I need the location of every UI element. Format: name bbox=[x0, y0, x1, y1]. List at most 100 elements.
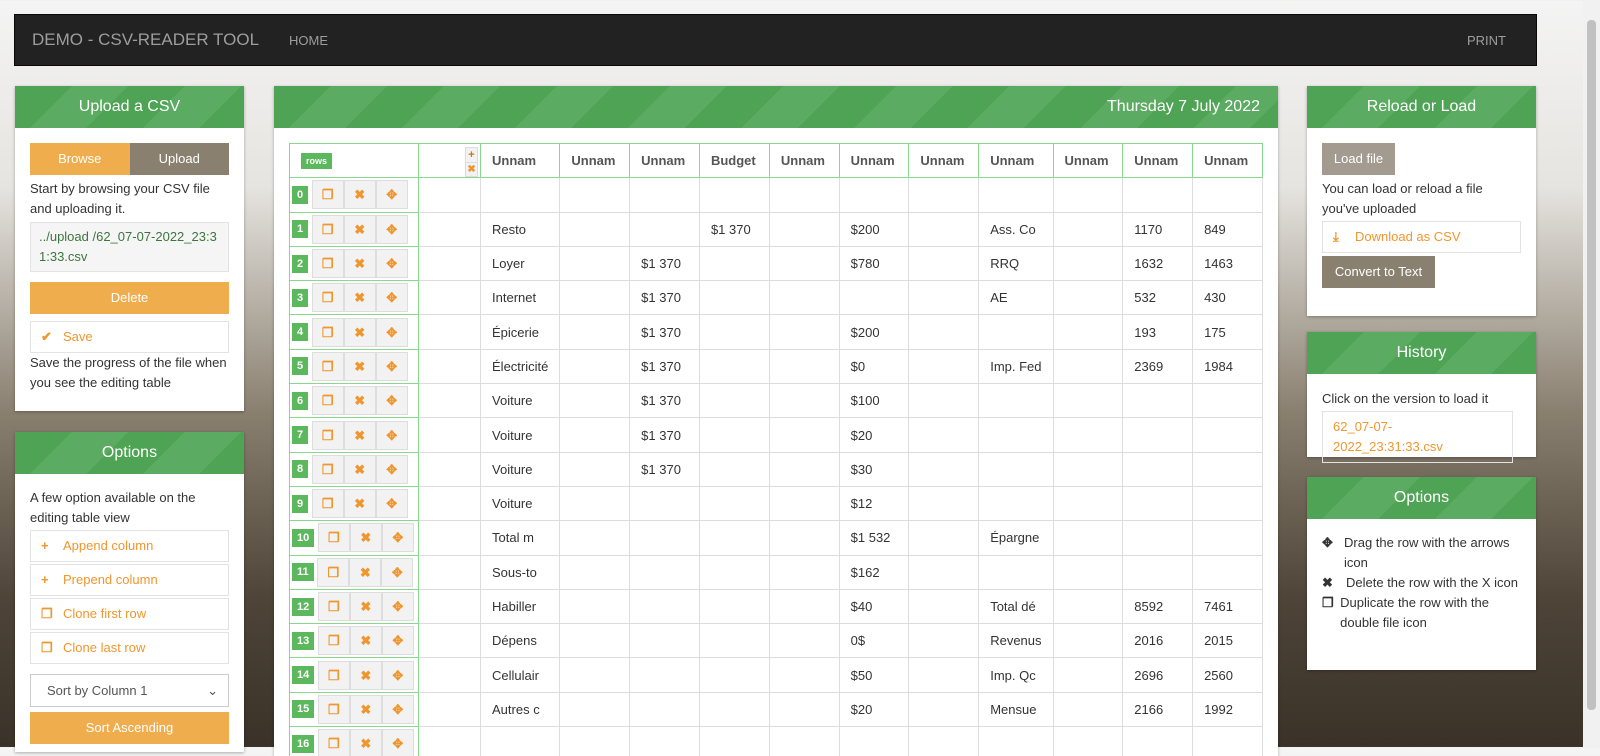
table-cell[interactable] bbox=[1123, 521, 1193, 555]
clone-last-row-button[interactable]: ❐Clone last row bbox=[30, 632, 229, 664]
table-cell[interactable] bbox=[560, 315, 630, 349]
table-cell[interactable]: Épicerie bbox=[481, 315, 560, 349]
duplicate-row-icon[interactable]: ❐ bbox=[318, 523, 350, 552]
move-row-icon[interactable]: ✥ bbox=[382, 729, 414, 756]
move-row-icon[interactable]: ✥ bbox=[376, 215, 408, 244]
table-cell[interactable] bbox=[1123, 555, 1193, 589]
table-cell[interactable] bbox=[769, 624, 839, 658]
table-cell[interactable] bbox=[839, 281, 909, 315]
delete-row-icon[interactable]: ✖ bbox=[344, 180, 376, 209]
table-cell[interactable] bbox=[909, 521, 979, 555]
table-cell[interactable]: 2560 bbox=[1193, 658, 1263, 692]
duplicate-row-icon[interactable]: ❐ bbox=[312, 352, 344, 381]
table-cell[interactable]: $1 370 bbox=[630, 384, 700, 418]
table-cell[interactable] bbox=[1053, 486, 1123, 520]
table-cell[interactable]: 2166 bbox=[1123, 692, 1193, 726]
table-cell[interactable] bbox=[630, 658, 700, 692]
table-cell[interactable] bbox=[909, 418, 979, 452]
table-cell[interactable] bbox=[699, 452, 769, 486]
move-row-icon[interactable]: ✥ bbox=[382, 523, 414, 552]
table-cell[interactable]: $100 bbox=[839, 384, 909, 418]
table-cell[interactable]: $1 532 bbox=[839, 521, 909, 555]
table-cell[interactable] bbox=[1193, 178, 1263, 212]
table-cell[interactable] bbox=[1053, 589, 1123, 623]
duplicate-row-icon[interactable]: ❐ bbox=[312, 386, 344, 415]
table-cell[interactable]: $30 bbox=[839, 452, 909, 486]
table-cell[interactable] bbox=[979, 384, 1053, 418]
table-cell[interactable]: Loyer bbox=[481, 246, 560, 280]
table-cell[interactable] bbox=[1193, 727, 1263, 756]
table-cell[interactable] bbox=[630, 692, 700, 726]
table-cell[interactable] bbox=[909, 658, 979, 692]
table-cell[interactable] bbox=[979, 555, 1053, 589]
table-cell[interactable]: Voiture bbox=[481, 486, 560, 520]
move-row-icon[interactable]: ✥ bbox=[376, 455, 408, 484]
brand[interactable]: DEMO - CSV-READER TOOL bbox=[32, 30, 259, 50]
scrollbar-thumb[interactable] bbox=[1587, 20, 1596, 710]
table-cell[interactable]: RRQ bbox=[979, 246, 1053, 280]
table-cell[interactable] bbox=[769, 212, 839, 246]
table-cell[interactable]: 532 bbox=[1123, 281, 1193, 315]
delete-row-icon[interactable]: ✖ bbox=[344, 386, 376, 415]
table-cell[interactable] bbox=[630, 486, 700, 520]
duplicate-row-icon[interactable]: ❐ bbox=[312, 318, 344, 347]
table-cell[interactable] bbox=[699, 486, 769, 520]
table-cell[interactable]: AE bbox=[979, 281, 1053, 315]
nav-print[interactable]: PRINT bbox=[1467, 33, 1506, 48]
table-cell[interactable] bbox=[699, 555, 769, 589]
column-header[interactable]: Budget bbox=[699, 144, 769, 178]
sort-ascending-button[interactable]: Sort Ascending bbox=[30, 712, 229, 744]
table-cell[interactable]: Dépens bbox=[481, 624, 560, 658]
table-cell[interactable]: Voiture bbox=[481, 418, 560, 452]
table-cell[interactable] bbox=[560, 624, 630, 658]
table-cell[interactable]: 2015 bbox=[1193, 624, 1263, 658]
table-cell[interactable] bbox=[481, 178, 560, 212]
table-cell[interactable] bbox=[1053, 658, 1123, 692]
table-cell[interactable] bbox=[560, 281, 630, 315]
table-cell[interactable]: Internet bbox=[481, 281, 560, 315]
table-cell[interactable] bbox=[630, 727, 700, 756]
table-cell[interactable] bbox=[909, 555, 979, 589]
column-header[interactable]: Unnam bbox=[979, 144, 1053, 178]
table-cell[interactable] bbox=[769, 384, 839, 418]
table-cell[interactable] bbox=[699, 246, 769, 280]
table-cell[interactable]: Revenus bbox=[979, 624, 1053, 658]
table-cell[interactable]: Imp. Fed bbox=[979, 349, 1053, 383]
table-cell[interactable]: Mensue bbox=[979, 692, 1053, 726]
table-cell[interactable] bbox=[979, 418, 1053, 452]
load-file-button[interactable]: Load file bbox=[1322, 143, 1395, 175]
table-cell[interactable]: 2016 bbox=[1123, 624, 1193, 658]
table-cell[interactable] bbox=[909, 384, 979, 418]
table-cell[interactable]: $20 bbox=[839, 418, 909, 452]
table-cell[interactable] bbox=[699, 349, 769, 383]
table-cell[interactable] bbox=[909, 692, 979, 726]
duplicate-row-icon[interactable]: ❐ bbox=[312, 489, 344, 518]
table-cell[interactable]: $200 bbox=[839, 315, 909, 349]
table-cell[interactable] bbox=[1193, 452, 1263, 486]
remove-column-icon[interactable]: ✖ bbox=[465, 162, 478, 177]
delete-row-icon[interactable]: ✖ bbox=[350, 523, 382, 552]
delete-row-icon[interactable]: ✖ bbox=[349, 558, 381, 587]
duplicate-row-icon[interactable]: ❐ bbox=[312, 421, 344, 450]
table-cell[interactable] bbox=[560, 555, 630, 589]
move-row-icon[interactable]: ✥ bbox=[376, 283, 408, 312]
table-cell[interactable]: $12 bbox=[839, 486, 909, 520]
table-cell[interactable]: $1 370 bbox=[630, 315, 700, 349]
table-cell[interactable] bbox=[979, 178, 1053, 212]
table-cell[interactable] bbox=[699, 521, 769, 555]
table-cell[interactable] bbox=[699, 418, 769, 452]
history-version-link[interactable]: 62_07-07-2022_23:31:33.csv bbox=[1322, 411, 1513, 463]
table-cell[interactable]: $1 370 bbox=[630, 349, 700, 383]
table-cell[interactable] bbox=[1123, 384, 1193, 418]
table-cell[interactable] bbox=[1053, 384, 1123, 418]
table-cell[interactable] bbox=[699, 384, 769, 418]
table-cell[interactable] bbox=[1193, 486, 1263, 520]
table-cell[interactable]: Cellulair bbox=[481, 658, 560, 692]
table-cell[interactable]: $50 bbox=[839, 658, 909, 692]
move-row-icon[interactable]: ✥ bbox=[382, 592, 414, 621]
table-cell[interactable] bbox=[1053, 246, 1123, 280]
delete-row-icon[interactable]: ✖ bbox=[344, 249, 376, 278]
table-cell[interactable] bbox=[909, 486, 979, 520]
scrollbar[interactable] bbox=[1583, 0, 1600, 747]
duplicate-row-icon[interactable]: ❐ bbox=[312, 215, 344, 244]
